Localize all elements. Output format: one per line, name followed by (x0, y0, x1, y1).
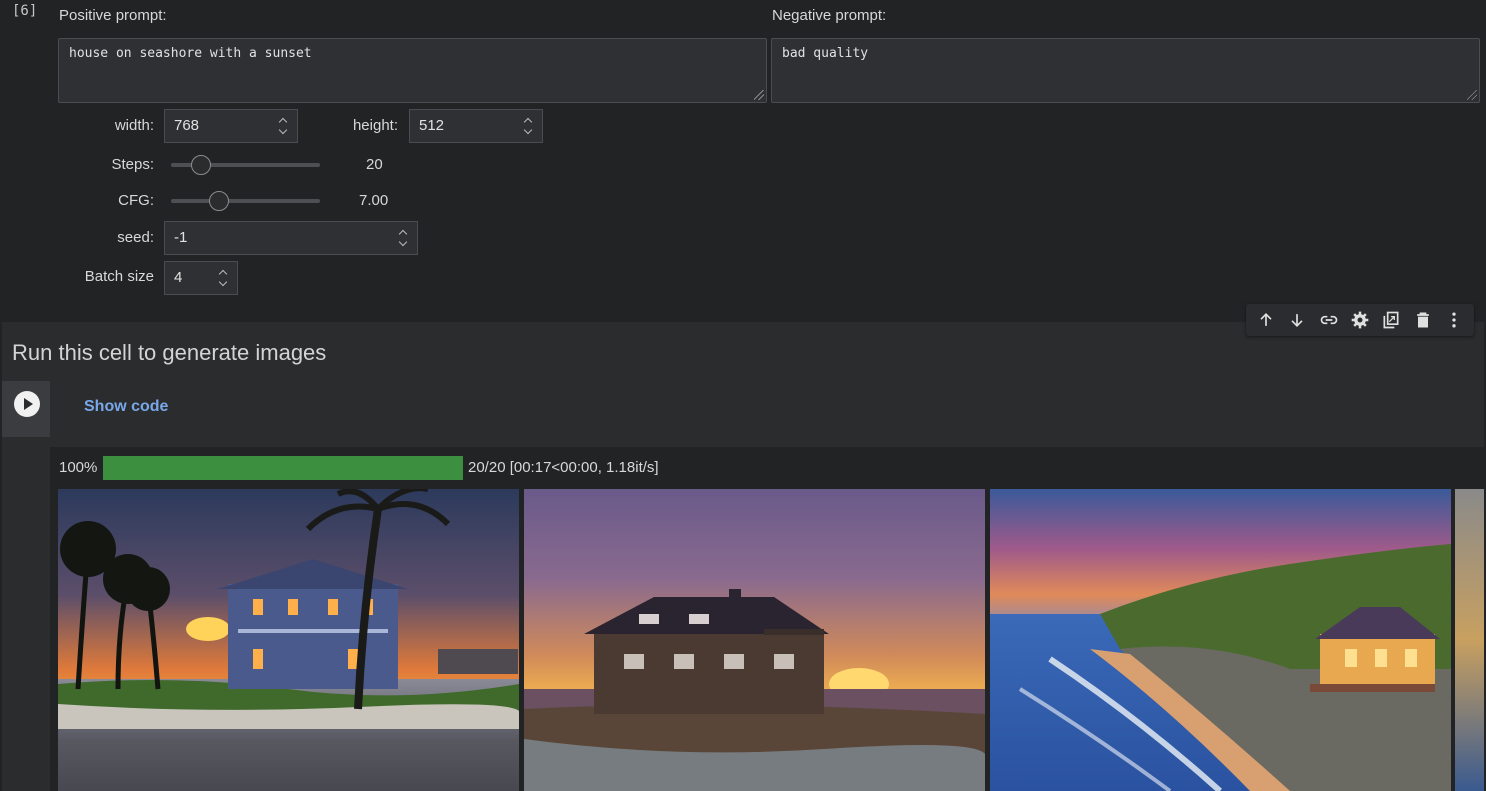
move-up-button[interactable] (1254, 308, 1278, 332)
steps-slider-handle[interactable] (190, 155, 211, 175)
generated-image-2-art (524, 489, 985, 791)
height-spinner-icon[interactable] (522, 116, 534, 136)
positive-prompt-input[interactable]: house on seashore with a sunset (58, 38, 767, 103)
positive-prompt-text: house on seashore with a sunset (69, 46, 312, 61)
generated-image-1-art (58, 489, 519, 791)
show-code-link[interactable]: Show code (84, 398, 168, 416)
cfg-label: CFG: (118, 192, 154, 209)
height-label: height: (352, 117, 398, 134)
move-down-button[interactable] (1285, 308, 1309, 332)
run-cell-button[interactable] (14, 391, 40, 417)
width-input[interactable]: 768 (164, 109, 298, 143)
run-cell-title: Run this cell to generate images (12, 340, 327, 365)
positive-prompt-label: Positive prompt: (59, 7, 167, 24)
generated-image-2[interactable] (524, 489, 985, 791)
generated-image-3-art (990, 489, 1451, 791)
resize-grip-icon[interactable] (1467, 90, 1477, 100)
settings-button[interactable] (1348, 308, 1372, 332)
generated-image-3[interactable] (990, 489, 1451, 791)
cfg-slider[interactable] (171, 199, 320, 203)
steps-value: 20 (366, 156, 383, 173)
form-cell: [6] Positive prompt: house on seashore w… (0, 0, 1486, 791)
arrow-up-icon (1260, 312, 1272, 326)
generated-image-4[interactable] (1455, 489, 1484, 791)
generated-image-1[interactable] (58, 489, 519, 791)
progress-status: 20/20 [00:17<00:00, 1.18it/s] (468, 459, 659, 476)
trash-icon (1416, 312, 1429, 328)
more-vert-icon (1452, 312, 1456, 328)
generated-image-4-art (1455, 489, 1484, 791)
seed-label: seed: (117, 229, 154, 246)
gear-icon (1351, 311, 1369, 329)
arrow-down-icon (1291, 314, 1303, 328)
batch-size-value: 4 (174, 269, 183, 286)
mirror-cell-icon (1383, 311, 1399, 329)
negative-prompt-input[interactable]: bad quality (771, 38, 1480, 103)
seed-input[interactable]: -1 (164, 221, 418, 255)
seed-spinner-icon[interactable] (397, 228, 409, 248)
width-label: width: (114, 117, 154, 134)
batch-size-spinner-icon[interactable] (217, 268, 229, 288)
more-actions-button[interactable] (1442, 308, 1466, 332)
height-input[interactable]: 512 (409, 109, 543, 143)
progress-bar-fill (103, 456, 463, 480)
play-icon (24, 398, 33, 410)
run-cell-gutter (2, 381, 50, 437)
progress-percent: 100% (59, 459, 98, 476)
link-icon (1320, 315, 1337, 325)
steps-label: Steps: (111, 156, 154, 173)
mirror-cell-button[interactable] (1379, 308, 1403, 332)
height-value: 512 (419, 117, 445, 134)
batch-size-label: Batch size (84, 268, 154, 285)
run-cell: Run this cell to generate images Show co… (2, 322, 1484, 791)
batch-size-input[interactable]: 4 (164, 261, 238, 295)
seed-value: -1 (174, 229, 188, 246)
delete-cell-button[interactable] (1411, 308, 1435, 332)
negative-prompt-text: bad quality (782, 46, 869, 61)
cell-toolbar (1246, 304, 1474, 336)
progress-bar (103, 456, 463, 480)
negative-prompt-label: Negative prompt: (772, 7, 887, 24)
resize-grip-icon[interactable] (754, 90, 764, 100)
cfg-slider-handle[interactable] (208, 191, 229, 211)
cfg-value: 7.00 (359, 192, 389, 209)
cell-execution-count: [6] (12, 3, 38, 19)
width-spinner-icon[interactable] (277, 116, 289, 136)
copy-link-button[interactable] (1317, 308, 1341, 332)
width-value: 768 (174, 117, 200, 134)
